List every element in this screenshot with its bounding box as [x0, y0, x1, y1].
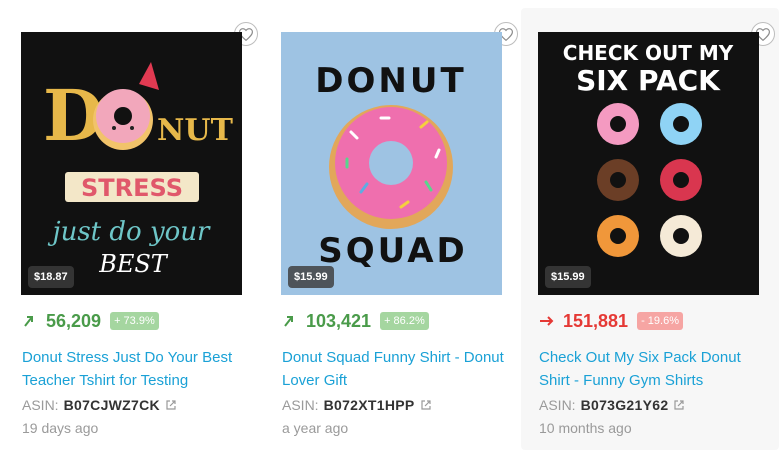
- asin-value: B072XT1HPP: [323, 397, 415, 413]
- product-image[interactable]: CHECK OUT MY SIX PACK $15.99: [538, 32, 759, 295]
- product-title-link[interactable]: Check Out My Six Pack Donut Shirt - Funn…: [539, 346, 764, 392]
- image-text: STRESS: [81, 174, 183, 202]
- product-card: CHECK OUT MY SIX PACK $15.99 151,881 - 1…: [521, 8, 779, 450]
- price-tag: $15.99: [288, 266, 334, 288]
- listing-age: a year ago: [282, 420, 349, 436]
- image-text: BEST: [98, 250, 169, 278]
- image-text: just do your: [48, 217, 212, 247]
- product-card: D NUT STRESS just do your BEST $18.87 56…: [4, 8, 262, 450]
- sales-rank: 151,881: [563, 310, 629, 331]
- asin-value: B073G21Y62: [580, 397, 669, 413]
- asin-value: B07CJWZ7CK: [63, 397, 160, 413]
- product-image[interactable]: D NUT STRESS just do your BEST $18.87: [21, 32, 242, 295]
- listing-age: 19 days ago: [22, 420, 99, 436]
- rank-change-badge: + 73.9%: [110, 312, 159, 330]
- sales-rank: 103,421: [306, 310, 372, 331]
- product-title-link[interactable]: Donut Stress Just Do Your Best Teacher T…: [22, 346, 247, 392]
- asin-row: ASIN: B072XT1HPP: [282, 397, 432, 413]
- rank-row: 151,881 - 19.6%: [539, 308, 683, 334]
- asin-label: ASIN:: [539, 397, 576, 413]
- image-text: DONUT: [315, 61, 466, 101]
- sales-rank: 56,209: [46, 310, 102, 331]
- image-text: NUT: [157, 113, 234, 148]
- rank-row: 103,421 + 86.2%: [282, 308, 429, 334]
- arrow-right-icon: [539, 314, 559, 328]
- asin-row: ASIN: B073G21Y62: [539, 397, 685, 413]
- image-text: SIX PACK: [576, 64, 721, 97]
- rank-change-badge: - 19.6%: [637, 312, 683, 330]
- rank-change-badge: + 86.2%: [380, 312, 429, 330]
- product-title-link[interactable]: Donut Squad Funny Shirt - Donut Lover Gi…: [282, 346, 507, 392]
- price-tag: $18.87: [28, 266, 74, 288]
- arrow-up-right-icon: [22, 314, 42, 328]
- rank-row: 56,209 + 73.9%: [22, 308, 159, 334]
- asin-row: ASIN: B07CJWZ7CK: [22, 397, 177, 413]
- image-text: SQUAD: [318, 231, 468, 271]
- image-text: CHECK OUT MY: [563, 41, 734, 65]
- price-tag: $15.99: [545, 266, 591, 288]
- product-card: DONUT SQUAD $15.99 103,421 + 86.2% Donut…: [264, 8, 522, 450]
- listing-age: 10 months ago: [539, 420, 632, 436]
- asin-label: ASIN:: [22, 397, 59, 413]
- arrow-up-right-icon: [282, 314, 302, 328]
- external-link-icon[interactable]: [673, 399, 685, 411]
- external-link-icon[interactable]: [165, 399, 177, 411]
- external-link-icon[interactable]: [420, 399, 432, 411]
- product-image[interactable]: DONUT SQUAD $15.99: [281, 32, 502, 295]
- asin-label: ASIN:: [282, 397, 319, 413]
